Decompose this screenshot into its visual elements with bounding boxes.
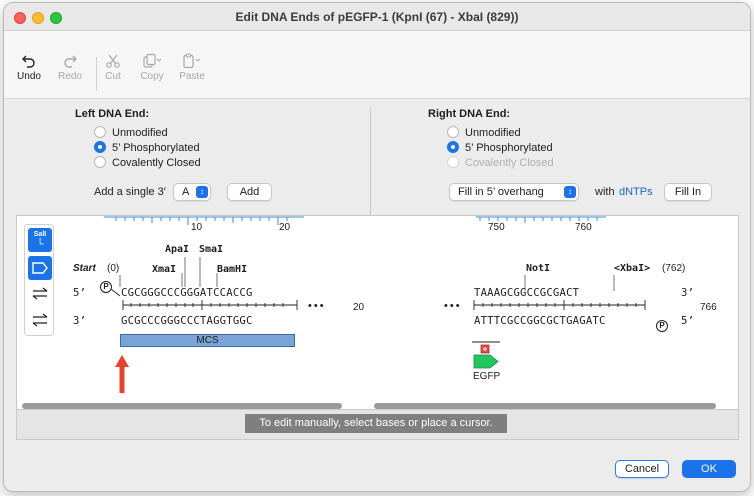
red-arrow-icon — [115, 355, 129, 393]
right-horizontal-scrollbar[interactable] — [374, 403, 716, 409]
mcs-feature[interactable]: MCS — [120, 334, 295, 347]
right-radio-unmodified[interactable]: Unmodified — [447, 126, 521, 140]
double-strand-icon — [32, 287, 48, 300]
cancel-button[interactable]: Cancel — [615, 460, 669, 478]
fill-in-button[interactable]: Fill In — [664, 183, 712, 201]
copy-icon — [132, 53, 172, 71]
enzyme-xbai[interactable]: <XbaI> — [614, 263, 650, 274]
enzyme-apai[interactable]: ApaI — [165, 244, 189, 255]
scissors-icon — [93, 53, 133, 71]
left-horizontal-scrollbar[interactable] — [22, 403, 342, 409]
strands-tool-button[interactable] — [28, 282, 52, 306]
radio-button[interactable] — [447, 126, 459, 138]
xbai-position: (762) — [662, 263, 686, 274]
radio-label: 5’ Phosphorylated — [112, 142, 200, 154]
radio-button[interactable] — [94, 156, 106, 168]
redo-icon — [50, 53, 90, 71]
radio-button-disabled — [447, 156, 459, 168]
egfp-feature-arrow[interactable] — [472, 341, 502, 371]
left-radio-unmodified[interactable]: Unmodified — [94, 126, 168, 140]
redo-button[interactable]: Redo — [50, 53, 90, 82]
bottom-strand-5prime-label: 5’ — [681, 315, 695, 327]
right-top-strand[interactable]: TAAAGCGGCCGCGACT — [474, 287, 579, 299]
undo-icon — [9, 53, 49, 71]
left-end-heading: Left DNA End: — [75, 108, 150, 120]
ruler-label: 760 — [575, 222, 592, 233]
left-radio-phosphorylated[interactable]: 5’ Phosphorylated — [94, 141, 200, 155]
undo-button[interactable]: Undo — [9, 53, 49, 82]
enzyme-smai[interactable]: SmaI — [199, 244, 223, 255]
radio-label: Unmodified — [112, 127, 168, 139]
right-radio-covalently-closed: Covalently Closed — [447, 156, 554, 170]
right-continuation-dots: ••• — [444, 300, 462, 312]
paste-label: Paste — [179, 71, 205, 82]
right-end-heading: Right DNA End: — [428, 108, 511, 120]
feature-arrow-icon — [32, 262, 48, 274]
left-radio-covalently-closed[interactable]: Covalently Closed — [94, 156, 201, 170]
enzyme-noti[interactable]: NotI — [526, 263, 550, 274]
with-label: with — [595, 186, 615, 198]
radio-label: Covalently Closed — [112, 157, 201, 169]
ruler-label: 750 — [488, 222, 505, 233]
start-position: (0) — [107, 263, 120, 274]
status-message: To edit manually, select bases or place … — [245, 414, 507, 433]
redo-label: Redo — [58, 71, 82, 82]
left-continuation-dots: ••• — [308, 300, 326, 312]
base-select-value: A — [182, 186, 190, 198]
paste-icon — [172, 53, 212, 71]
title-bar: Edit DNA Ends of pEGFP-1 (KpnI (67) - Xb… — [4, 3, 750, 31]
status-bar: To edit manually, select bases or place … — [16, 410, 739, 440]
left-strand-ruler — [122, 300, 298, 310]
radio-button-selected[interactable] — [94, 141, 106, 153]
fill-mode-value: Fill in 5’ overhang — [458, 186, 544, 198]
paste-button[interactable]: Paste — [172, 53, 212, 82]
radio-label: 5’ Phosphorylated — [465, 142, 553, 154]
view-tools-palette: SalI └ — [24, 224, 54, 336]
cut-site-icon: └ — [36, 239, 44, 250]
base-select[interactable]: A ↕ — [173, 183, 211, 201]
feature-tool-button[interactable] — [28, 256, 52, 280]
add-base-label: Add a single 3′ — [94, 186, 166, 198]
add-base-button[interactable]: Add — [227, 183, 272, 201]
window-title: Edit DNA Ends of pEGFP-1 (KpnI (67) - Xb… — [235, 10, 519, 24]
right-end-position: 766 — [700, 302, 717, 313]
enzyme-bamhi[interactable]: BamHI — [217, 264, 247, 275]
sali-enzyme-tool-button[interactable]: SalI └ — [28, 228, 52, 252]
ruler-label: 10 — [191, 222, 203, 233]
phosphate-marker: P — [656, 320, 668, 332]
enzyme-xmai[interactable]: XmaI — [152, 264, 176, 275]
swap-arrows-icon — [32, 313, 48, 327]
left-end-position: 20 — [353, 302, 365, 313]
left-top-strand[interactable]: CGCGGGCCCGGGATCCACCG — [121, 287, 253, 299]
left-bottom-strand[interactable]: GCGCCCGGGCCCTAGGTGGC — [121, 315, 253, 327]
copy-button[interactable]: Copy — [132, 53, 172, 82]
fill-mode-select[interactable]: Fill in 5’ overhang ↕ — [449, 183, 579, 201]
dialog-window: Edit DNA Ends of pEGFP-1 (KpnI (67) - Xb… — [3, 2, 751, 492]
cut-label: Cut — [105, 71, 121, 82]
undo-label: Undo — [17, 71, 41, 82]
start-label: Start — [73, 263, 96, 274]
chevron-updown-icon: ↕ — [196, 186, 208, 198]
top-strand-3prime-label: 3’ — [681, 287, 695, 299]
radio-button-selected[interactable] — [447, 141, 459, 153]
ruler-label: 20 — [279, 222, 291, 233]
dntps-link[interactable]: dNTPs — [619, 186, 653, 198]
radio-label: Unmodified — [465, 127, 521, 139]
top-strand-5prime-label: 5’ — [73, 287, 87, 299]
cut-button[interactable]: Cut — [93, 53, 133, 82]
radio-label: Covalently Closed — [465, 157, 554, 169]
egfp-label: EGFP — [473, 371, 501, 382]
copy-label: Copy — [140, 71, 164, 82]
right-bottom-strand[interactable]: ATTTCGCCGGCGCTGAGATC — [474, 315, 606, 327]
toolbar: Undo Redo Cut Copy Paste — [4, 31, 750, 99]
ok-button[interactable]: OK — [682, 460, 736, 478]
chevron-updown-icon: ↕ — [564, 186, 576, 198]
swap-strands-tool-button[interactable] — [28, 308, 52, 332]
bottom-strand-3prime-label: 3’ — [73, 315, 87, 327]
right-strand-ruler — [473, 300, 646, 310]
right-radio-phosphorylated[interactable]: 5’ Phosphorylated — [447, 141, 553, 155]
radio-button[interactable] — [94, 126, 106, 138]
left-ruler — [104, 216, 304, 225]
